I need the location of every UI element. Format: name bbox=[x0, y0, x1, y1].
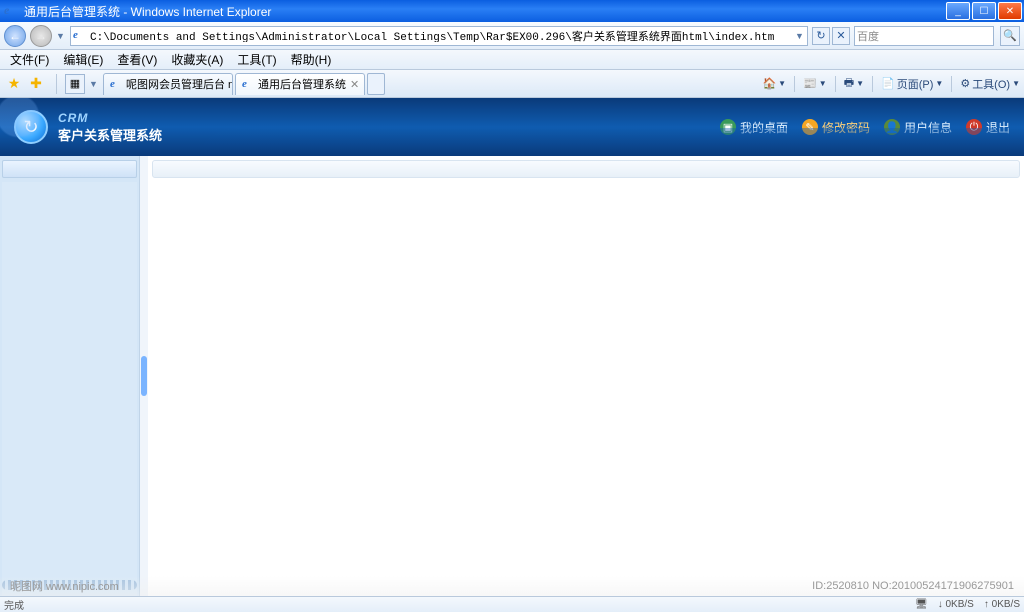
status-text: 完成 bbox=[4, 597, 24, 612]
sidebar-scrollbar[interactable] bbox=[2, 580, 137, 590]
quick-tabs-icon[interactable]: ▦ bbox=[65, 74, 85, 94]
tab-1-label: 呢图网会员管理后台 nip... bbox=[126, 76, 233, 92]
tools-menu[interactable]: ⚙工具(O)▼ bbox=[960, 76, 1020, 92]
menu-bar: 文件(F) 编辑(E) 查看(V) 收藏夹(A) 工具(T) 帮助(H) bbox=[0, 50, 1024, 70]
menu-view[interactable]: 查看(V) bbox=[111, 49, 163, 70]
window-titlebar: e 通用后台管理系统 - Windows Internet Explorer _… bbox=[0, 0, 1024, 22]
forward-button[interactable]: → bbox=[30, 25, 52, 47]
tabs-dropdown[interactable]: ▼ bbox=[89, 79, 99, 89]
separator bbox=[56, 74, 57, 94]
address-bar[interactable]: e ▼ bbox=[70, 26, 808, 46]
sidebar-body bbox=[2, 182, 137, 596]
tab-strip: e 呢图网会员管理后台 nip... e 通用后台管理系统 ✕ bbox=[103, 73, 385, 95]
crm-logo: ↻ CRM 客户关系管理系统 bbox=[14, 110, 162, 144]
add-favorite-icon[interactable]: ✚ bbox=[26, 74, 46, 94]
crm-tag: CRM bbox=[58, 111, 162, 125]
splitter-handle[interactable] bbox=[140, 156, 148, 596]
close-button[interactable]: ✕ bbox=[998, 2, 1022, 20]
content-area bbox=[0, 156, 1024, 596]
zone-icon: 🖥 bbox=[915, 599, 928, 610]
separator bbox=[951, 76, 952, 92]
page-menu[interactable]: 📄页面(P)▼ bbox=[881, 76, 943, 92]
address-input[interactable] bbox=[90, 30, 795, 42]
search-box[interactable]: 百度 bbox=[854, 26, 994, 46]
separator bbox=[835, 76, 836, 92]
sidebar-header[interactable] bbox=[2, 160, 137, 178]
crm-header: ↻ CRM 客户关系管理系统 ▣我的桌面 ✎修改密码 👤用户信息 ⏻退出 bbox=[0, 98, 1024, 156]
command-bar: 🏠▼ 📰▼ 🖶▼ 📄页面(P)▼ ⚙工具(O)▼ bbox=[762, 74, 1020, 93]
refresh-button[interactable]: ↻ bbox=[812, 27, 830, 45]
feeds-button[interactable]: 📰▼ bbox=[803, 77, 827, 90]
window-title: 通用后台管理系统 - Windows Internet Explorer bbox=[24, 3, 271, 20]
nav-history-dropdown[interactable]: ▼ bbox=[56, 31, 66, 41]
favorites-star-icon[interactable]: ★ bbox=[4, 74, 24, 94]
main-panel bbox=[148, 156, 1024, 596]
separator bbox=[794, 76, 795, 92]
tab-2[interactable]: e 通用后台管理系统 ✕ bbox=[235, 73, 365, 95]
header-curve bbox=[200, 128, 1024, 156]
tab-2-label: 通用后台管理系统 bbox=[258, 76, 346, 92]
address-dropdown[interactable]: ▼ bbox=[795, 31, 805, 41]
maximize-button[interactable]: ☐ bbox=[972, 2, 996, 20]
status-bar: 完成 🖥 ↓ 0KB/S ↑ 0KB/S bbox=[0, 596, 1024, 612]
search-button[interactable]: 🔍 bbox=[1000, 26, 1020, 46]
tab-favicon-icon: e bbox=[242, 78, 254, 90]
address-favicon-icon: e bbox=[73, 29, 87, 43]
net-down: ↓ 0KB/S bbox=[938, 599, 974, 610]
main-panel-header bbox=[152, 160, 1020, 178]
net-up: ↑ 0KB/S bbox=[984, 599, 1020, 610]
nav-bar: ← → ▼ e ▼ ↻ ✕ 百度 🔍 bbox=[0, 22, 1024, 50]
stop-button[interactable]: ✕ bbox=[832, 27, 850, 45]
tab-close-icon[interactable]: ✕ bbox=[346, 78, 359, 91]
new-tab-button[interactable] bbox=[367, 73, 385, 95]
tab-1[interactable]: e 呢图网会员管理后台 nip... bbox=[103, 73, 233, 95]
home-button[interactable]: 🏠▼ bbox=[762, 77, 786, 90]
grip-icon bbox=[141, 356, 147, 396]
toolbar: ★ ✚ ▦ ▼ e 呢图网会员管理后台 nip... e 通用后台管理系统 ✕ … bbox=[0, 70, 1024, 98]
crm-logo-icon: ↻ bbox=[14, 110, 48, 144]
crm-title: 客户关系管理系统 bbox=[58, 125, 162, 144]
minimize-button[interactable]: _ bbox=[946, 2, 970, 20]
separator bbox=[872, 76, 873, 92]
tab-favicon-icon: e bbox=[110, 78, 122, 90]
search-placeholder: 百度 bbox=[857, 28, 879, 44]
menu-tools[interactable]: 工具(T) bbox=[231, 49, 282, 70]
left-sidebar bbox=[0, 156, 140, 596]
ie-icon: e bbox=[4, 3, 20, 19]
back-button[interactable]: ← bbox=[4, 25, 26, 47]
print-button[interactable]: 🖶▼ bbox=[844, 74, 864, 93]
menu-favorites[interactable]: 收藏夹(A) bbox=[165, 49, 229, 70]
menu-file[interactable]: 文件(F) bbox=[4, 49, 55, 70]
menu-edit[interactable]: 编辑(E) bbox=[57, 49, 109, 70]
menu-help[interactable]: 帮助(H) bbox=[285, 49, 338, 70]
